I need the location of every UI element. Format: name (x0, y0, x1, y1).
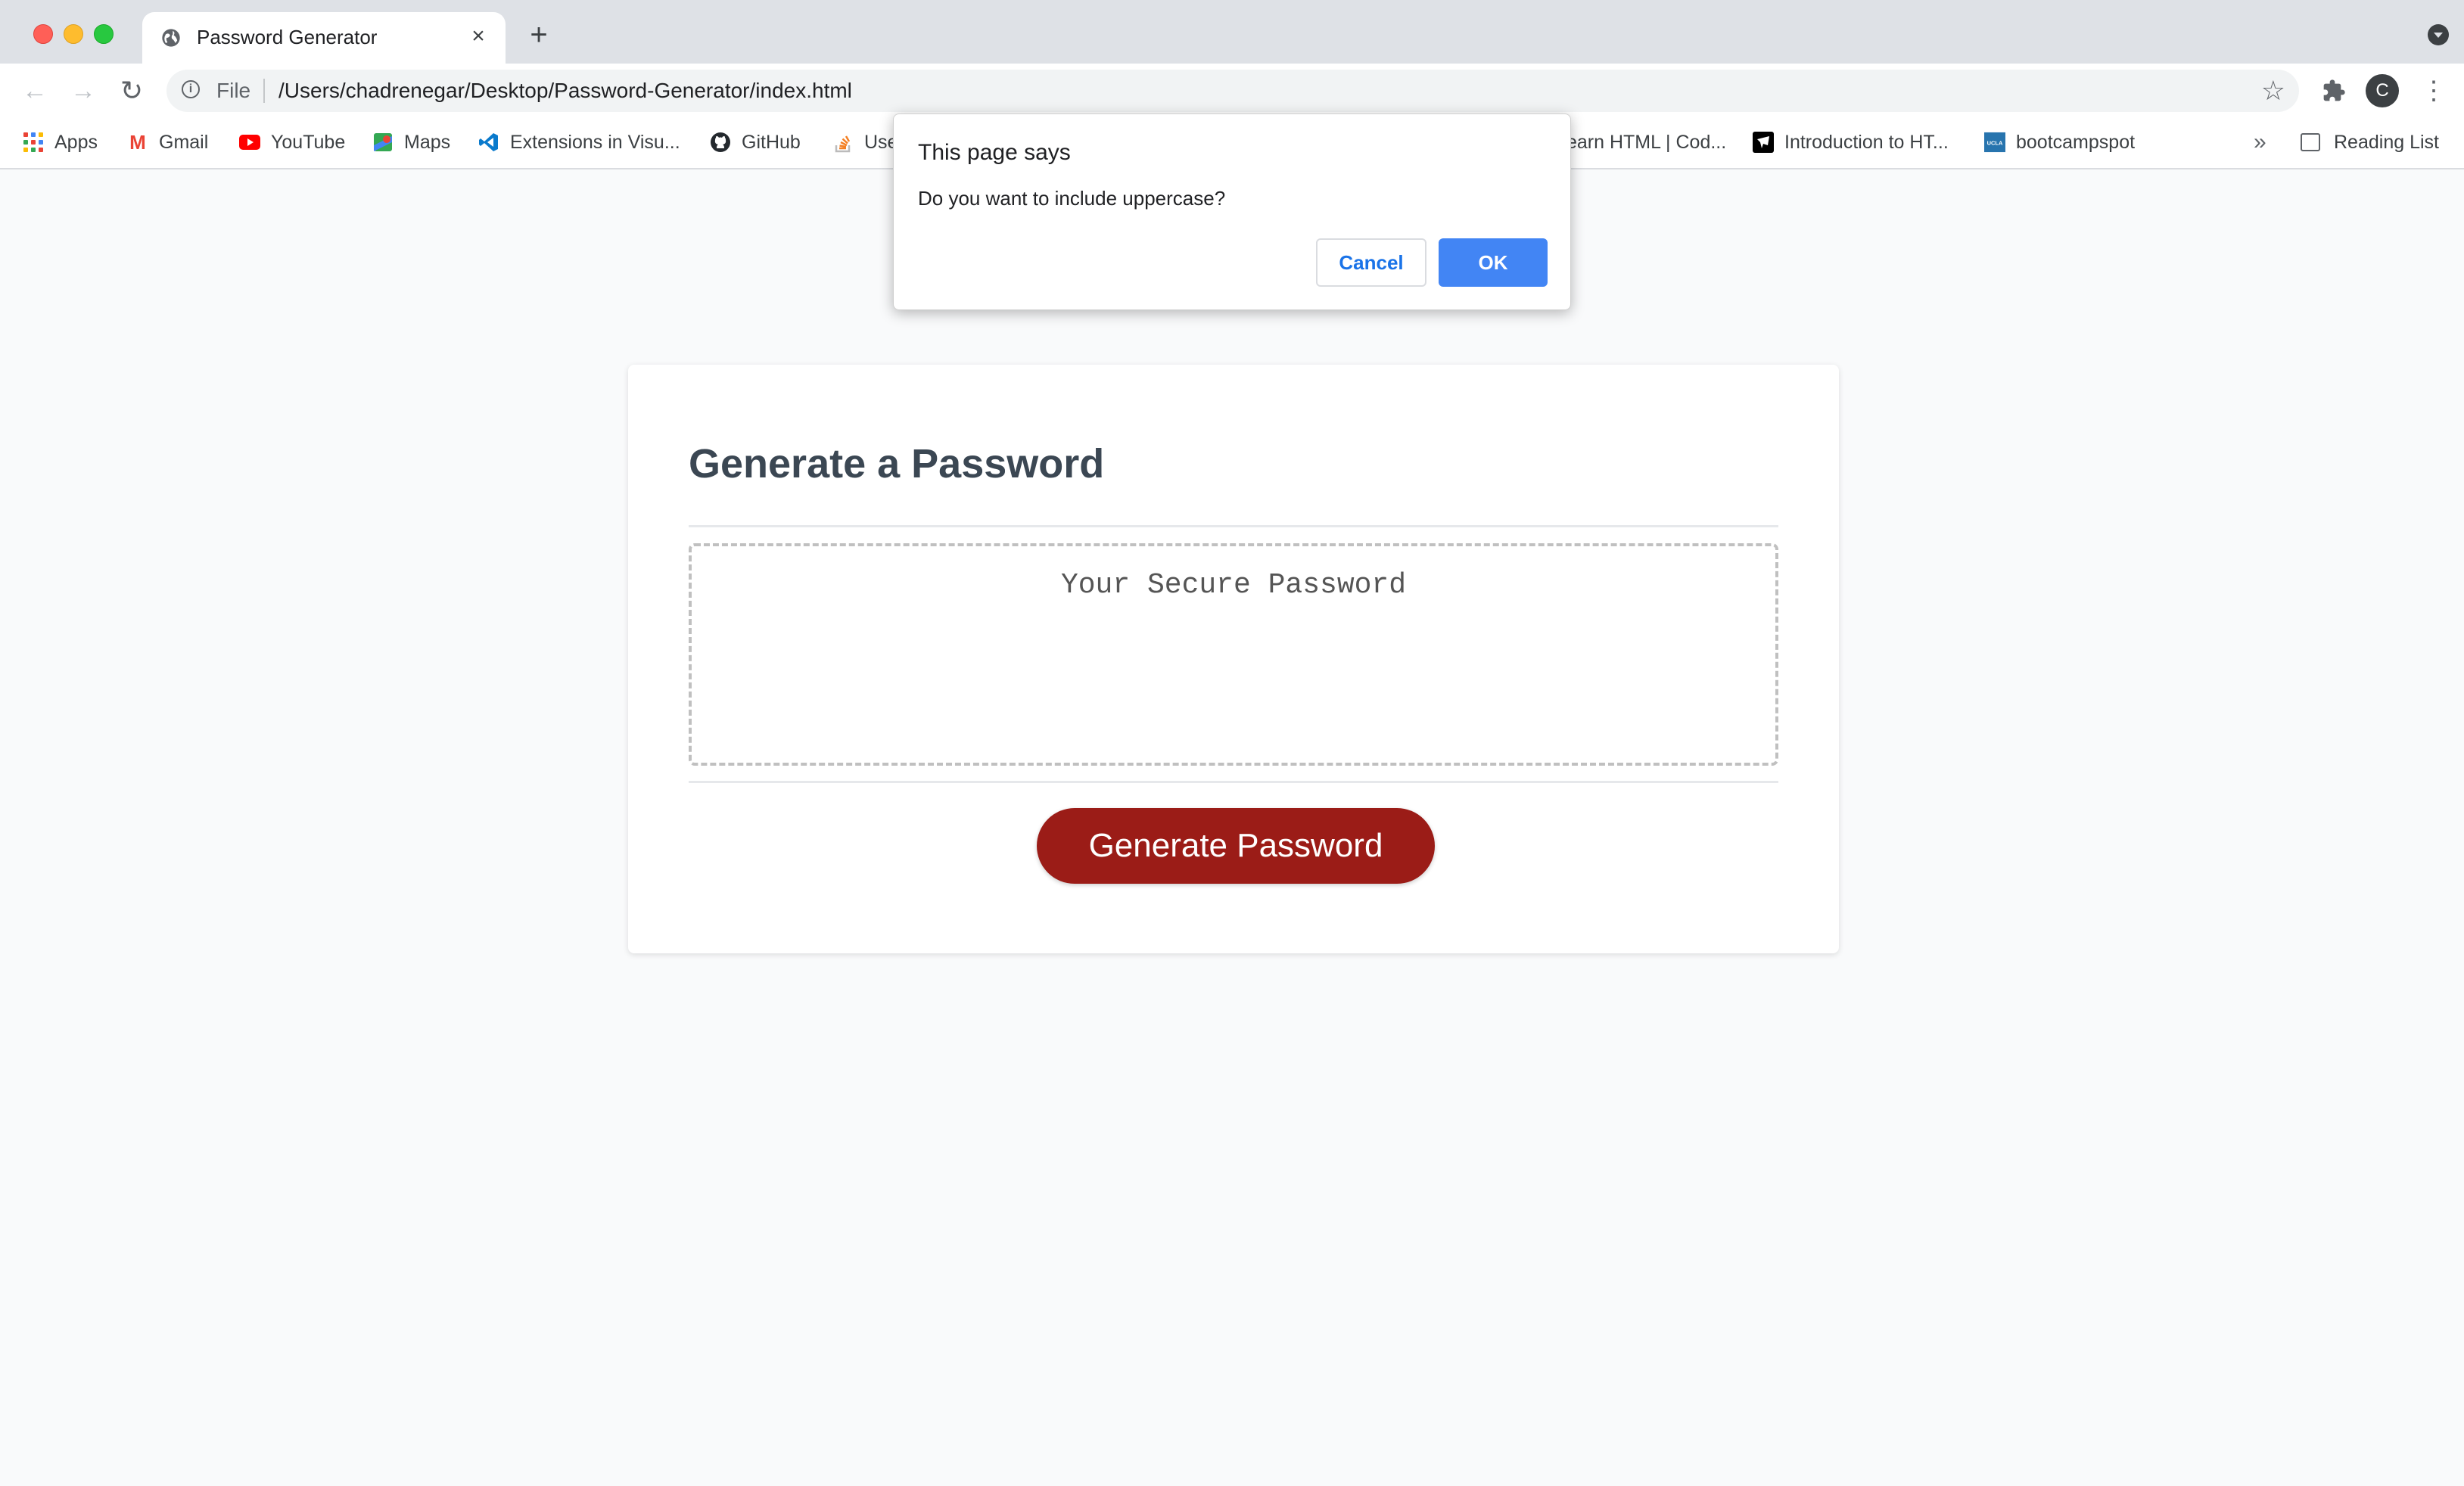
bookmark-bootcampspot[interactable]: UCLA bootcampspot (1984, 126, 2135, 159)
dialog-title: This page says (918, 140, 1071, 165)
svg-text:UCLA: UCLA (1987, 140, 2003, 147)
bookmark-label: earn HTML | Cod... (1566, 131, 1727, 153)
generate-password-button[interactable]: Generate Password (1037, 808, 1435, 884)
codecademy-icon (1753, 132, 1774, 153)
bookmarks-overflow-button[interactable]: » (2254, 126, 2266, 159)
bookmark-stackoverflow[interactable]: Use (832, 126, 898, 159)
kebab-menu-icon[interactable]: ⋮ (2419, 76, 2449, 106)
page-content: Generate a Password Generate Password (0, 169, 2464, 1486)
alert-dialog: This page says Do you want to include up… (893, 113, 1571, 310)
tab-search-icon[interactable] (2428, 24, 2449, 45)
card-divider (689, 525, 1778, 527)
globe-icon (162, 29, 180, 47)
bookmark-star-icon[interactable]: ☆ (2261, 76, 2285, 106)
bookmark-youtube[interactable]: YouTube (239, 126, 345, 159)
stackoverflow-icon (832, 132, 854, 153)
toolbar: ← → ↻ i File /Users/chadrenegar/Desktop/… (0, 64, 2464, 118)
reload-button[interactable]: ↻ (117, 76, 147, 106)
gmail-icon: M (129, 130, 146, 154)
back-button[interactable]: ← (20, 76, 50, 106)
bookmark-label: Apps (54, 131, 98, 153)
bookmark-maps[interactable]: Maps (372, 126, 450, 159)
bookmark-label: Introduction to HT... (1784, 131, 1949, 153)
close-window-button[interactable] (33, 24, 53, 44)
tab-password-generator[interactable]: Password Generator × (142, 12, 506, 64)
ok-button[interactable]: OK (1439, 238, 1548, 287)
bookmark-label: Gmail (159, 131, 209, 153)
forward-button[interactable]: → (68, 76, 98, 106)
ucla-icon: UCLA (1984, 132, 2005, 153)
bookmark-label: bootcampspot (2016, 131, 2136, 153)
bookmark-label: YouTube (271, 131, 346, 153)
profile-avatar[interactable]: C (2366, 74, 2399, 107)
new-tab-button[interactable]: + (524, 20, 554, 50)
tab-strip: Password Generator × + (0, 0, 2464, 64)
card-divider (689, 781, 1778, 783)
page-title: Generate a Password (689, 441, 1105, 487)
reading-list-icon (2301, 133, 2320, 151)
bookmark-label: GitHub (742, 131, 801, 153)
scheme-label: File (216, 79, 251, 102)
password-output[interactable] (689, 543, 1778, 766)
dialog-message: Do you want to include uppercase? (918, 187, 1226, 210)
omnibox-divider (263, 79, 265, 103)
minimize-window-button[interactable] (64, 24, 83, 44)
address-bar[interactable]: i File /Users/chadrenegar/Desktop/Passwo… (166, 70, 2299, 112)
vscode-icon (478, 132, 499, 153)
reading-list-label: Reading List (2334, 131, 2439, 153)
maps-icon (372, 132, 394, 153)
url-text[interactable]: /Users/chadrenegar/Desktop/Password-Gene… (278, 79, 852, 103)
bookmark-extensions-in-visu[interactable]: Extensions in Visu... (478, 126, 680, 159)
github-icon (710, 132, 731, 153)
bookmark-github[interactable]: GitHub (710, 126, 801, 159)
apps-grid-icon (23, 132, 44, 153)
cancel-button[interactable]: Cancel (1316, 238, 1426, 287)
maximize-window-button[interactable] (94, 24, 114, 44)
extensions-puzzle-icon[interactable] (2319, 76, 2349, 106)
generator-card: Generate a Password Generate Password (628, 365, 1839, 953)
info-icon[interactable]: i (182, 80, 200, 98)
bookmark-learn-html[interactable]: earn HTML | Cod... (1566, 126, 1726, 159)
bookmark-apps[interactable]: Apps (23, 126, 98, 159)
tab-title: Password Generator (197, 26, 378, 48)
bookmark-gmail[interactable]: M Gmail (127, 126, 208, 159)
bookmark-introduction-to-html[interactable]: Introduction to HT... (1753, 126, 1949, 159)
reading-list-button[interactable]: Reading List (2301, 126, 2439, 159)
youtube-icon (239, 132, 260, 153)
bookmark-label: Maps (404, 131, 451, 153)
browser-window: Password Generator × + ← → ↻ i File /Use… (0, 0, 2464, 1486)
tab-close-icon[interactable]: × (465, 23, 492, 50)
bookmark-label: Extensions in Visu... (510, 131, 680, 153)
